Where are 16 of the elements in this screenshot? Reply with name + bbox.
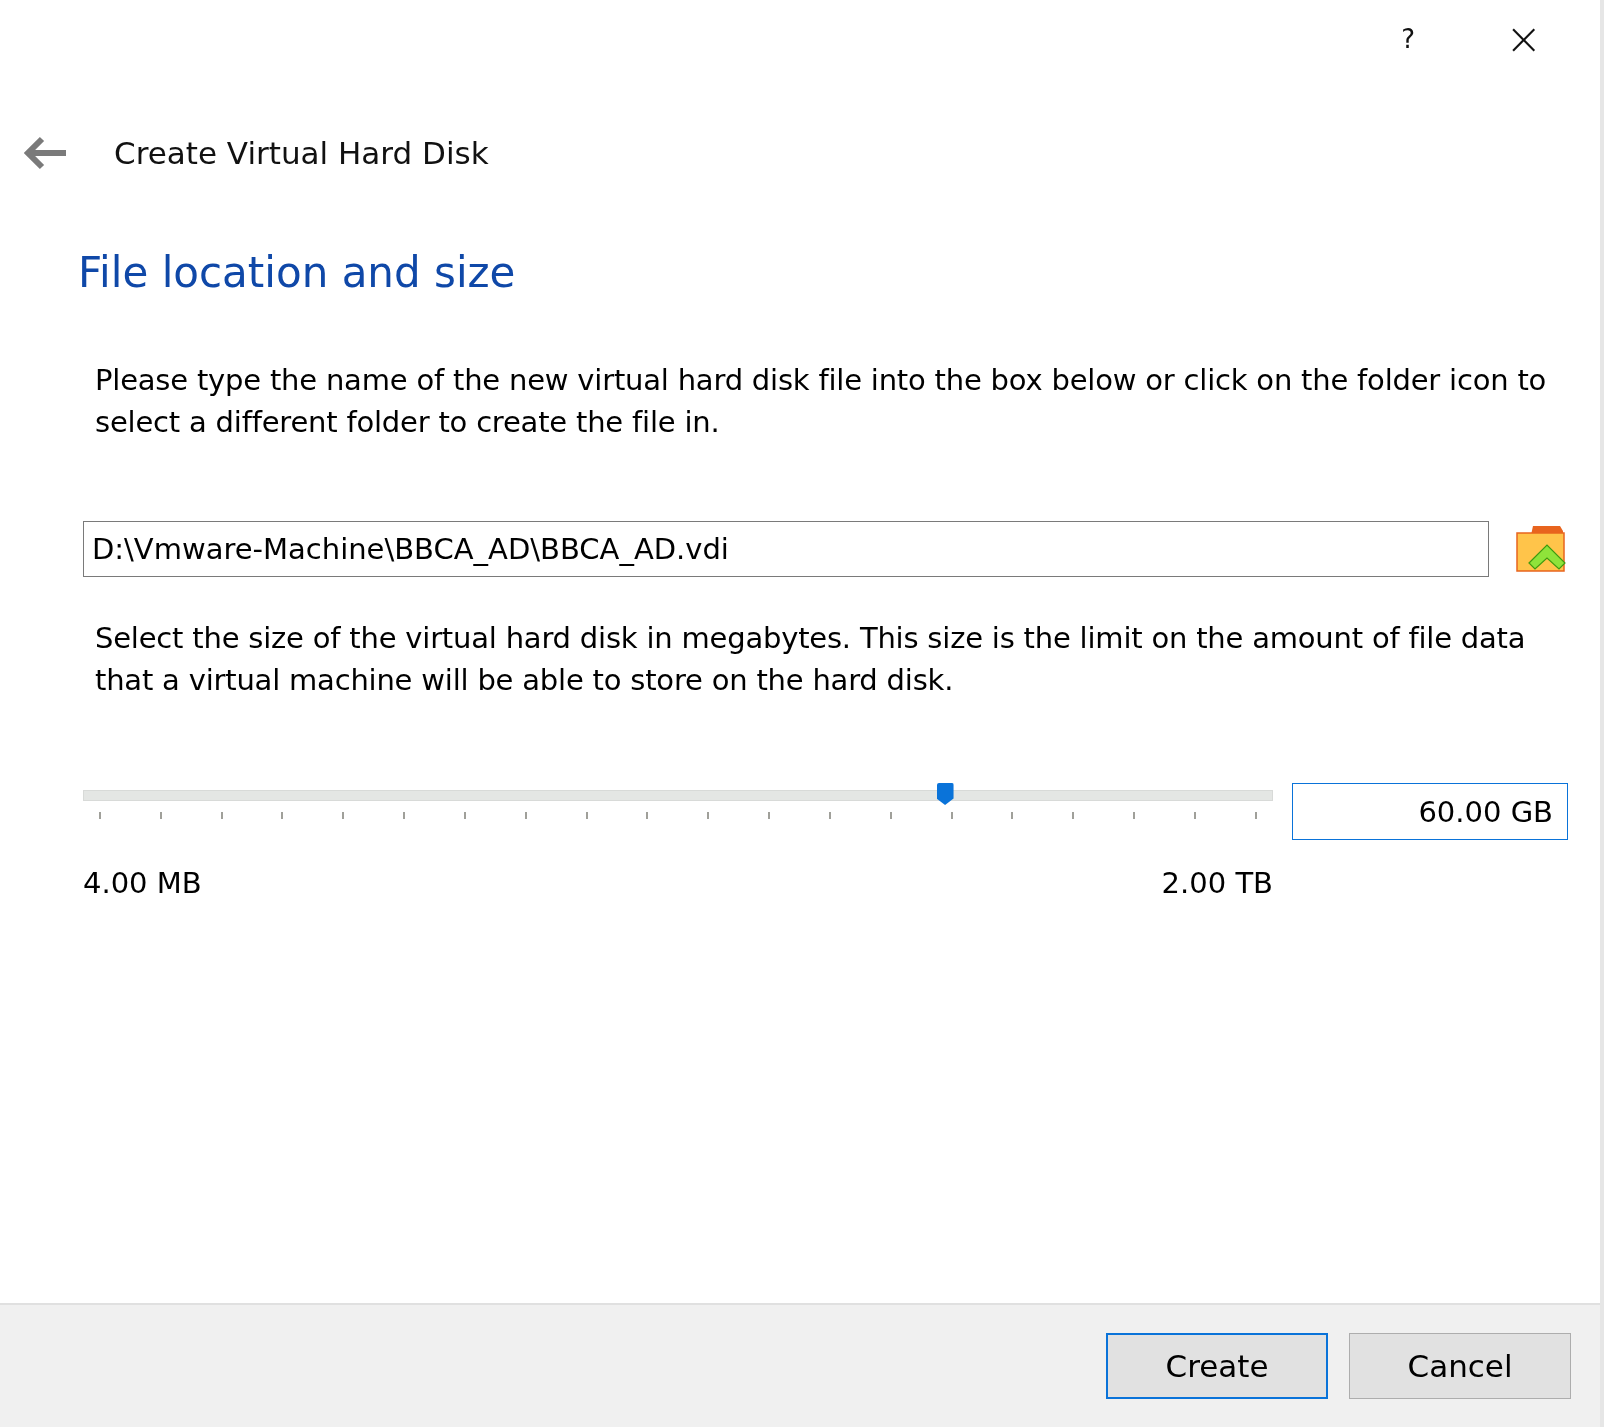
- max-size-label: 2.00 TB: [1161, 866, 1273, 900]
- size-description: Select the size of the virtual hard disk in megabytes. This size is the limit on the amount of file data that a virtual machine will be able to store on the hard disk.: [95, 620, 1527, 699]
- wizard-title: Create Virtual Hard Disk: [114, 135, 489, 171]
- folder-icon[interactable]: [1516, 525, 1566, 573]
- file-path-field[interactable]: D:\Vmware-Machine\BBCA_AD\BBCA_AD.vdi: [83, 521, 1489, 577]
- slider-thumb[interactable]: [936, 783, 954, 805]
- help-button[interactable]: ?: [1395, 26, 1422, 52]
- size-field[interactable]: 60.00 GB: [1292, 783, 1568, 840]
- dialog-button[interactable]: Cancel: [1349, 1333, 1571, 1399]
- close-button[interactable]: ×: [1499, 17, 1548, 61]
- dialog-button[interactable]: Create: [1106, 1333, 1328, 1399]
- back-arrow-icon[interactable]: [24, 136, 68, 170]
- page-heading: File location and size: [78, 248, 517, 297]
- min-size-label: 4.00 MB: [83, 866, 202, 900]
- location-description: Please type the name of the new virtual hard disk file into the box below or click on the folder icon to select a different folder to create the file in.: [95, 362, 1548, 441]
- slider-track[interactable]: [83, 783, 1273, 807]
